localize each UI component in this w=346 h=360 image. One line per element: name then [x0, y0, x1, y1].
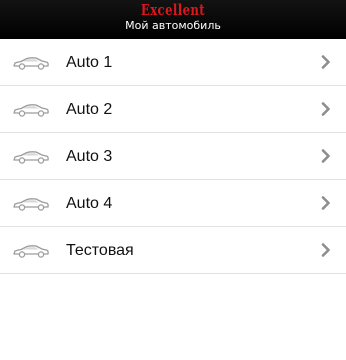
list-item-label: Auto 3 — [66, 148, 113, 165]
chevron-right-icon — [321, 149, 330, 163]
page-title: Мой автомобиль — [125, 19, 221, 32]
chevron-right-icon — [321, 196, 330, 210]
car-icon — [13, 245, 49, 258]
list-item-label: Auto 2 — [66, 101, 113, 118]
car-icon — [13, 104, 49, 117]
car-icon — [13, 151, 49, 164]
car-icon — [13, 198, 49, 211]
chevron-right-icon — [321, 55, 330, 69]
list-item[interactable]: Auto 4 — [0, 180, 346, 227]
brand-logo: Excellent — [140, 1, 206, 19]
list-item[interactable]: Тестовая — [0, 227, 346, 274]
chevron-right-icon — [321, 243, 330, 257]
list-item-label: Auto 1 — [66, 54, 113, 71]
app-header: Excellent Мой автомобиль — [0, 0, 346, 39]
list-item[interactable]: Auto 3 — [0, 133, 346, 180]
car-icon — [13, 57, 49, 70]
list-item[interactable]: Auto 1 — [0, 39, 346, 86]
list-item[interactable]: Auto 2 — [0, 86, 346, 133]
chevron-right-icon — [321, 102, 330, 116]
list-item-label: Auto 4 — [66, 195, 113, 212]
car-list: Auto 1 Auto 2 Auto 3 Auto 4 Тестовая — [0, 39, 346, 274]
list-item-label: Тестовая — [66, 242, 134, 259]
